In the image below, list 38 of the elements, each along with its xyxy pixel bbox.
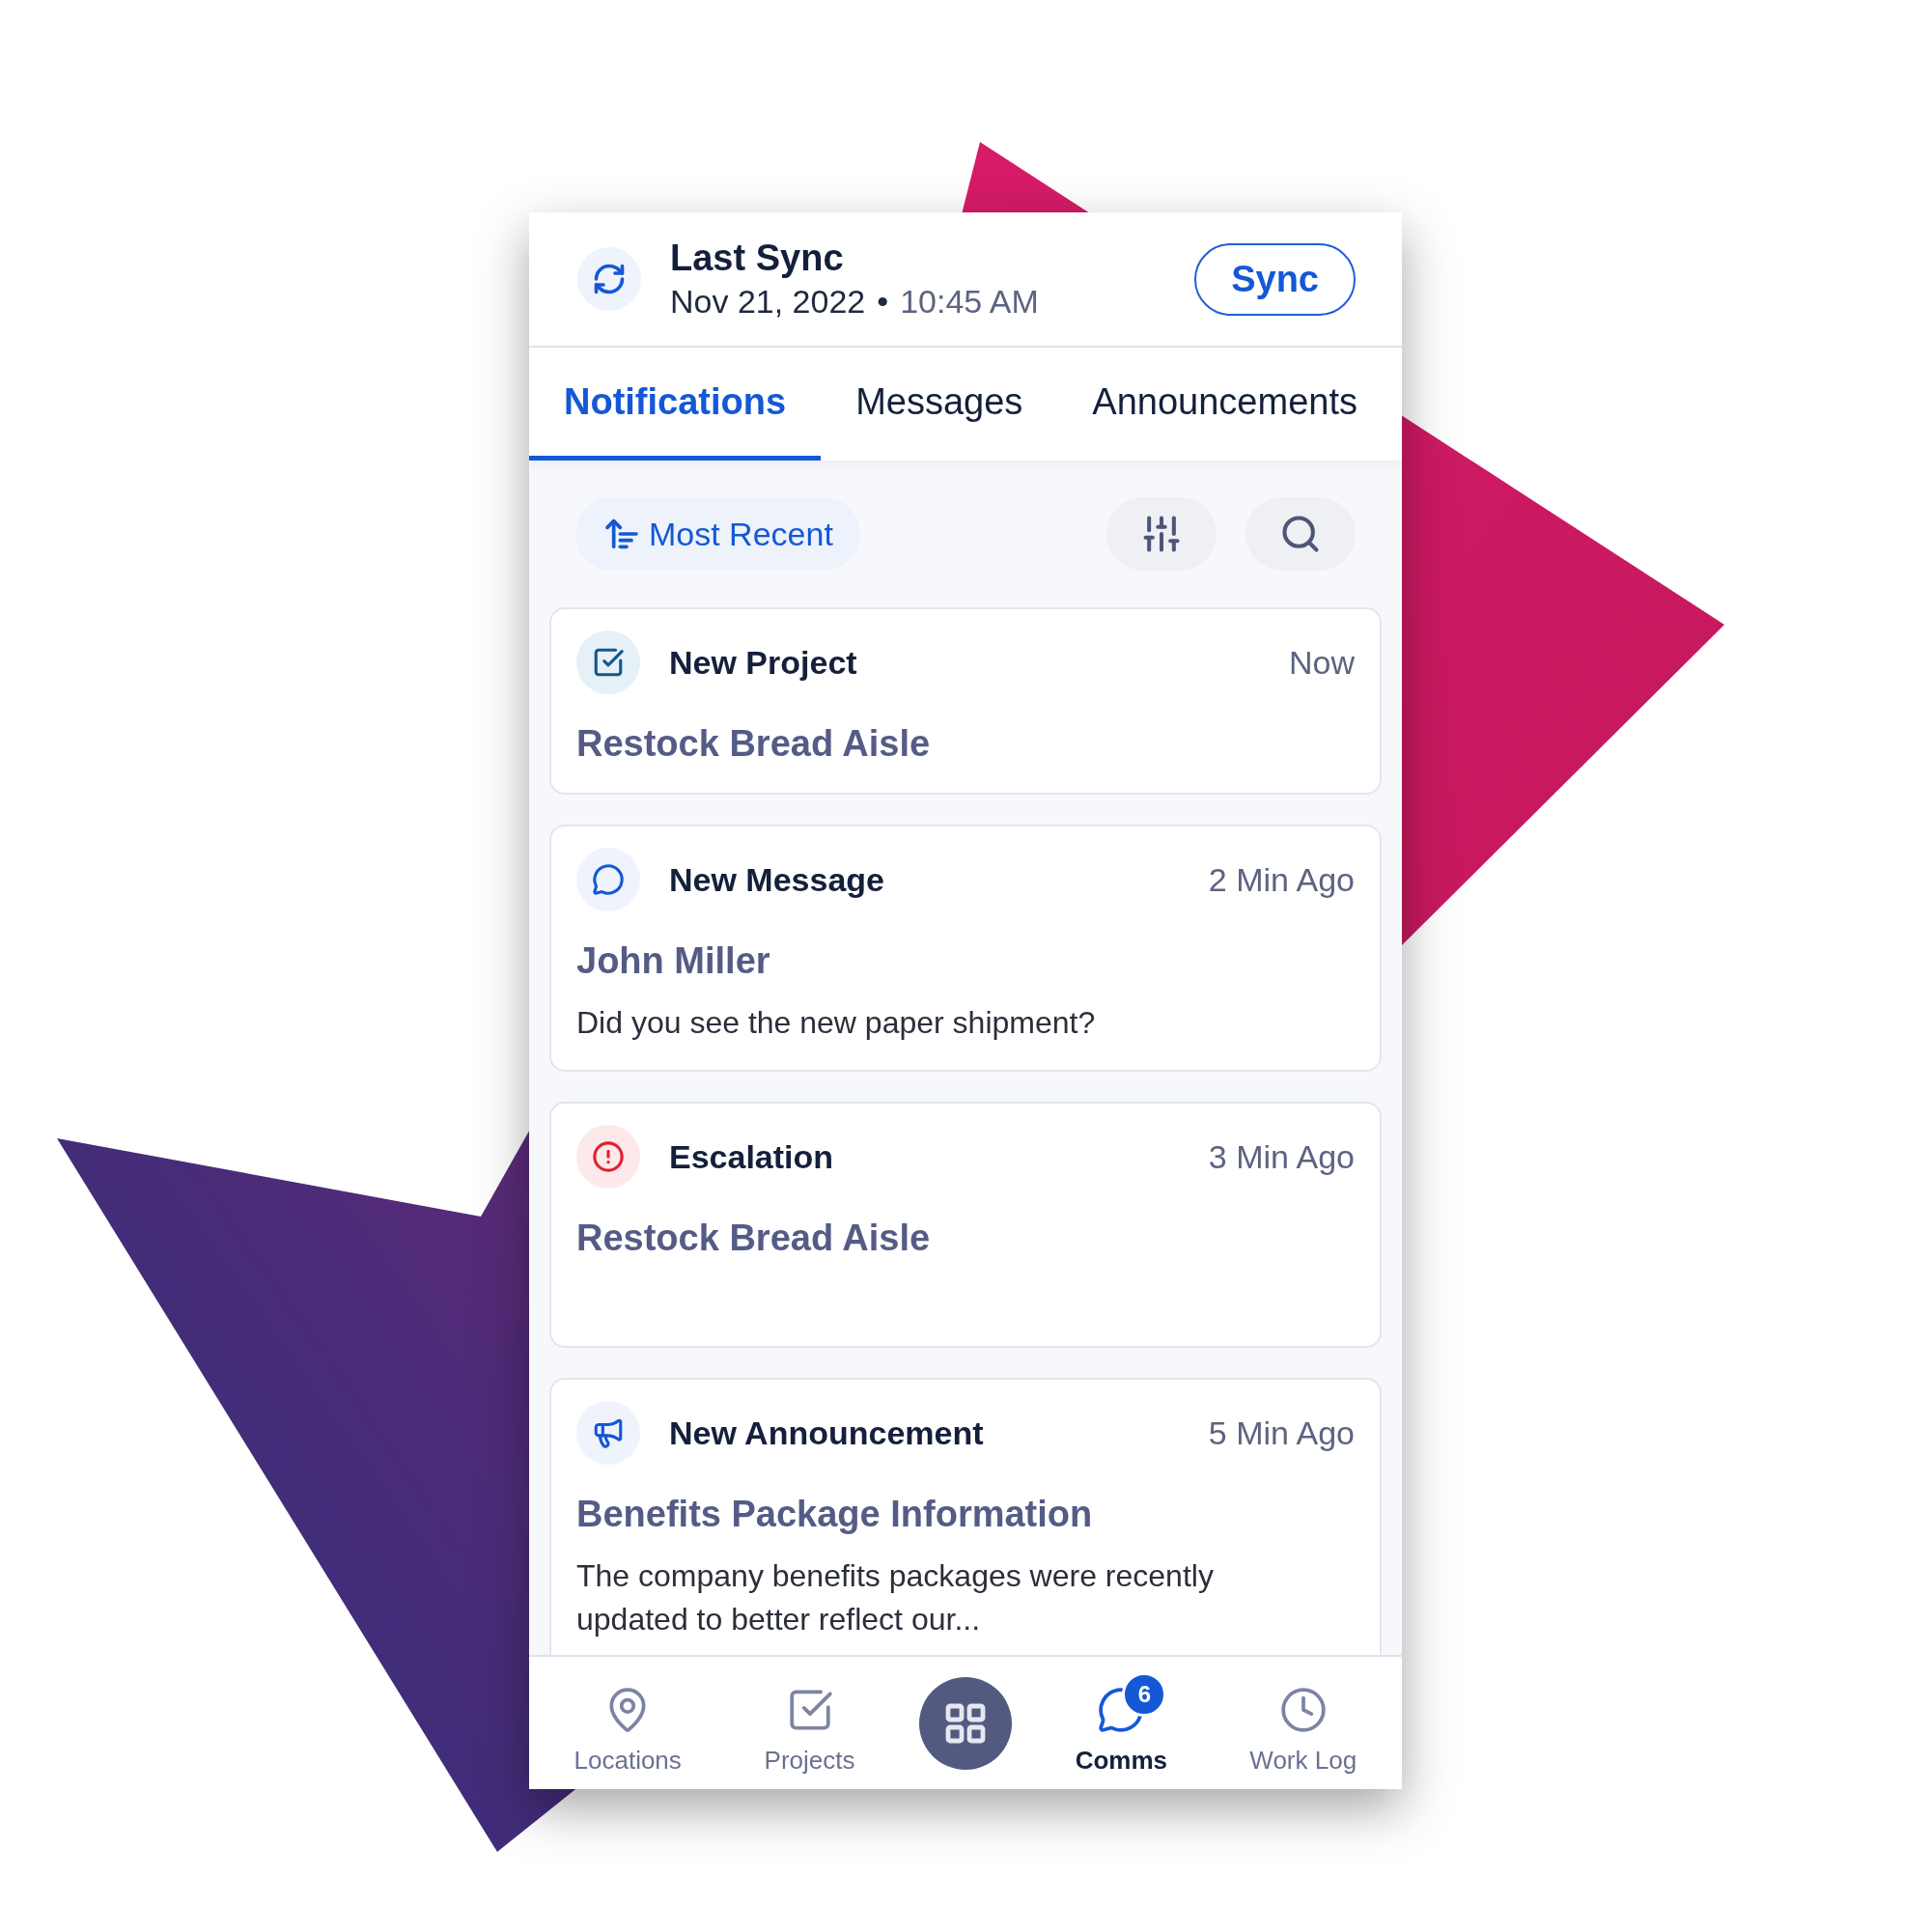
nav-item[interactable]: Work Log: [1230, 1666, 1376, 1779]
sync-button[interactable]: Sync: [1194, 242, 1356, 316]
notification-time: 5 Min Ago: [1208, 1414, 1355, 1452]
tab[interactable]: Announcements: [1057, 348, 1392, 461]
notification-title: Escalation: [669, 1137, 835, 1176]
tab[interactable]: Messages: [821, 348, 1058, 461]
nav-item[interactable]: Locations: [555, 1666, 701, 1779]
notification-subject: Benefits Package Information: [576, 1494, 1094, 1535]
sync-date: Nov 21, 2022: [670, 283, 866, 321]
megaphone-icon: [592, 1416, 625, 1449]
notification-subject: Restock Bread Aisle: [576, 723, 932, 765]
clock-icon: [1278, 1686, 1328, 1734]
notification-body: The company benefits packages were recently updated to better reflect our...: [576, 1557, 1215, 1638]
notification-time: Now: [1288, 643, 1355, 682]
nav-item[interactable]: Projects: [737, 1666, 882, 1779]
refresh-icon: [592, 262, 627, 296]
notification-title: New Message: [669, 860, 885, 899]
chat-bubble-icon: [592, 863, 625, 896]
notification-card[interactable]: New Message 2 Min Ago John Miller Did you see the new paper shipment?: [549, 825, 1382, 1072]
notification-card[interactable]: New Project Now Restock Bread Aisle: [549, 607, 1382, 795]
search-icon: [1279, 513, 1322, 555]
tab[interactable]: Notifications: [529, 348, 822, 461]
notification-time: 2 Min Ago: [1208, 860, 1355, 899]
nav-item[interactable]: 6 Comms: [1049, 1666, 1194, 1779]
sync-title: Last Sync: [670, 238, 845, 279]
notification-subject: Restock Bread Aisle: [576, 1218, 932, 1259]
sync-time: 10:45 AM: [900, 283, 1039, 321]
notification-card[interactable]: Escalation 3 Min Ago Restock Bread Aisle: [549, 1102, 1382, 1348]
separator-dot: •: [877, 283, 889, 321]
alert-icon: [592, 1140, 625, 1173]
checkbox-icon: [592, 646, 625, 679]
notification-subject: John Miller: [576, 940, 771, 982]
sort-button[interactable]: Most Recent: [575, 497, 860, 571]
notification-body: Did you see the new paper shipment?: [576, 1004, 1097, 1042]
notification-time: 3 Min Ago: [1208, 1137, 1355, 1176]
notification-card[interactable]: New Announcement 5 Min Ago Benefits Package Information The company benefits packages were recently updated to better reflect our...: [549, 1378, 1382, 1655]
notification-title: New Project: [669, 643, 858, 682]
notification-title: New Announcement: [669, 1414, 985, 1452]
